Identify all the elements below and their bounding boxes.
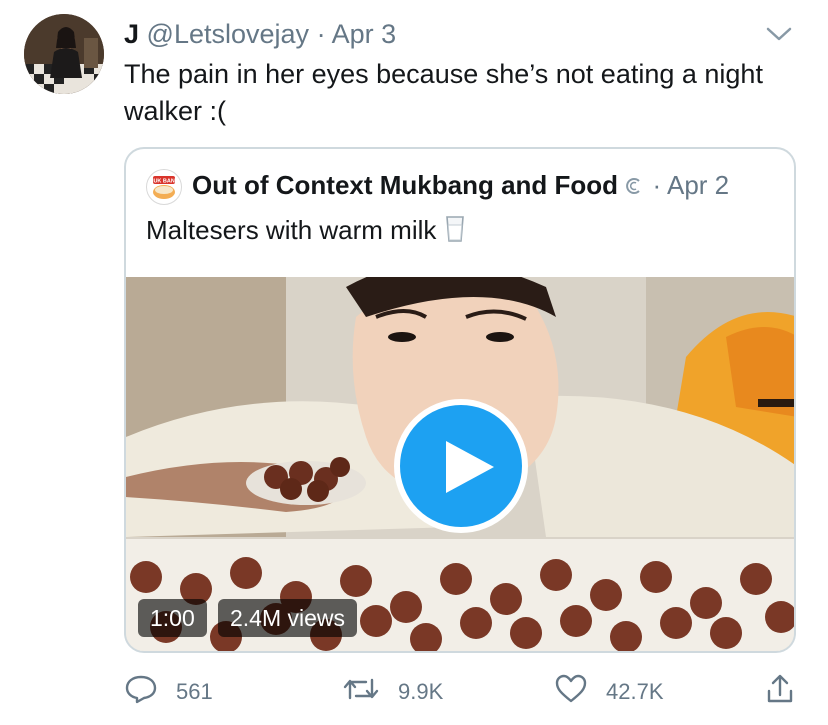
retweet-count: 9.9K	[398, 679, 444, 704]
like-count: 42.7K	[606, 679, 664, 704]
video-views: 2.4M views	[218, 599, 358, 637]
tweet-text: The pain in her eyes because she’s not e…	[124, 59, 763, 126]
milk-glass-icon	[444, 215, 466, 245]
quoted-tweet-card[interactable]: MUK BANG Out of Context Mukbang and Food…	[124, 147, 796, 653]
video-player[interactable]: 1:00 2.4M views	[126, 277, 794, 651]
quoted-avatar-text: MUK BANG	[149, 179, 179, 185]
quoted-text: Maltesers with warm milk	[146, 211, 466, 249]
reply-icon	[124, 674, 176, 710]
retweet-icon	[342, 674, 398, 710]
author-handle[interactable]: @Letslovejay	[147, 19, 310, 49]
share-icon	[764, 673, 814, 711]
header-separator: ·	[316, 19, 326, 49]
profile-avatar[interactable]	[24, 14, 104, 94]
quoted-separator: ·	[652, 170, 662, 200]
tweet-header: J @Letslovejay · Apr 3	[124, 16, 396, 52]
tweet-actions: 561 9.9K 42.7K	[124, 670, 804, 714]
author-name[interactable]: J	[124, 19, 139, 49]
quoted-header: Out of Context Mukbang and Food · Apr 2	[192, 167, 729, 203]
video-duration: 1:00	[138, 599, 207, 637]
quoted-avatar[interactable]: MUK BANG	[146, 169, 182, 205]
retweet-button[interactable]: 9.9K	[342, 670, 443, 714]
heart-icon	[554, 674, 606, 710]
verified-icon	[625, 170, 652, 200]
tweet-date[interactable]: Apr 3	[332, 19, 397, 49]
share-button[interactable]	[764, 670, 814, 714]
chevron-down-icon[interactable]	[764, 22, 794, 46]
quoted-text-body: Maltesers with warm milk	[146, 215, 437, 245]
quoted-date[interactable]: Apr 2	[667, 170, 729, 200]
quoted-author-name[interactable]: Out of Context Mukbang and Food	[192, 170, 618, 200]
play-button[interactable]	[394, 399, 528, 533]
reply-count: 561	[176, 679, 213, 704]
like-button[interactable]: 42.7K	[554, 670, 664, 714]
reply-button[interactable]: 561	[124, 670, 213, 714]
